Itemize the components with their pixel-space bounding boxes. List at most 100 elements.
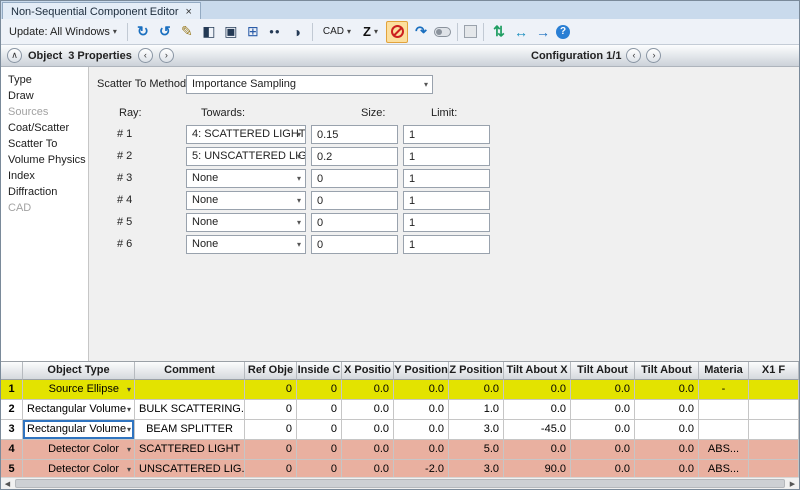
size-input[interactable] [311, 191, 398, 210]
z-position-cell[interactable]: 0.0 [449, 380, 504, 400]
material-cell[interactable]: ABS... [699, 460, 749, 477]
x-position-cell[interactable]: 0.0 [342, 400, 394, 420]
tilt-z-cell[interactable]: 0.0 [635, 380, 699, 400]
object-type-dropdown[interactable]: Rectangular Volume ▾ [23, 400, 135, 420]
row-number[interactable]: 3 [1, 420, 23, 440]
tilt-x-cell[interactable]: 0.0 [504, 440, 571, 460]
next-config-button[interactable]: › [646, 48, 661, 63]
update-dropdown[interactable]: Update: All Windows ▾ [5, 24, 121, 40]
size-input[interactable] [311, 147, 398, 166]
y-position-cell[interactable]: 0.0 [394, 400, 449, 420]
tilt-x-cell[interactable]: 0.0 [504, 380, 571, 400]
towards-select[interactable]: None ▾ [186, 191, 306, 210]
towards-select[interactable]: 4: SCATTERED LIGHT ▾ [186, 125, 306, 144]
x1-cell[interactable] [749, 420, 799, 440]
refresh-all-icon[interactable]: ↺ [156, 23, 174, 41]
scroll-left-icon[interactable]: ◀ [1, 478, 14, 489]
grid-view-icon[interactable]: ⊞ [244, 23, 262, 41]
ref-object-cell[interactable]: 0 [245, 380, 297, 400]
close-icon[interactable]: × [186, 6, 192, 18]
shaded-model-icon[interactable]: ◧ [200, 23, 218, 41]
object-type-dropdown[interactable]: Detector Color ▾ [23, 460, 135, 477]
limit-input[interactable] [403, 235, 490, 254]
comment-cell[interactable]: BULK SCATTERING... [135, 400, 245, 420]
x-position-cell[interactable]: 0.0 [342, 440, 394, 460]
towards-select[interactable]: None ▾ [186, 213, 306, 232]
z-position-cell[interactable]: 1.0 [449, 400, 504, 420]
z-position-cell[interactable]: 3.0 [449, 420, 504, 440]
z-position-cell[interactable]: 3.0 [449, 460, 504, 477]
comment-cell[interactable]: UNSCATTERED LIG... [135, 460, 245, 477]
sidebar-item-type[interactable]: Type [1, 72, 88, 88]
blank-box-icon[interactable] [464, 25, 477, 38]
sort-arrows-icon[interactable]: ⇅ [490, 23, 508, 41]
size-input[interactable] [311, 235, 398, 254]
refresh-icon[interactable]: ↻ [134, 23, 152, 41]
half-circle-icon[interactable]: ◑ [288, 23, 306, 41]
tilt-y-cell[interactable]: 0.0 [571, 380, 635, 400]
tilt-x-cell[interactable]: 90.0 [504, 460, 571, 477]
z-dropdown[interactable]: Z ▾ [359, 22, 382, 41]
curve-arrow-icon[interactable]: ↷ [412, 23, 430, 41]
x1-cell[interactable] [749, 380, 799, 400]
prev-config-button[interactable]: ‹ [626, 48, 641, 63]
next-object-button[interactable]: › [159, 48, 174, 63]
left-right-arrow-icon[interactable]: ↔ [512, 23, 530, 41]
row-number[interactable]: 2 [1, 400, 23, 420]
object-type-dropdown[interactable]: Source Ellipse ▾ [23, 380, 135, 400]
tilt-y-cell[interactable]: 0.0 [571, 440, 635, 460]
y-position-cell[interactable]: 0.0 [394, 380, 449, 400]
sidebar-item-volume-physics[interactable]: Volume Physics [1, 152, 88, 168]
prev-object-button[interactable]: ‹ [138, 48, 153, 63]
ref-object-cell[interactable]: 0 [245, 440, 297, 460]
inside-of-cell[interactable]: 0 [297, 400, 342, 420]
sidebar-item-diffraction[interactable]: Diffraction [1, 184, 88, 200]
z-position-cell[interactable]: 5.0 [449, 440, 504, 460]
limit-input[interactable] [403, 147, 490, 166]
size-input[interactable] [311, 213, 398, 232]
cad-dropdown[interactable]: CAD ▾ [319, 24, 355, 39]
tilt-y-cell[interactable]: 0.0 [571, 420, 635, 440]
x-position-cell[interactable]: 0.0 [342, 420, 394, 440]
towards-select[interactable]: None ▾ [186, 169, 306, 188]
row-number[interactable]: 1 [1, 380, 23, 400]
right-arrow-icon[interactable]: → [534, 23, 552, 41]
tab-nsc-editor[interactable]: Non-Sequential Component Editor × [2, 2, 201, 19]
ref-object-cell[interactable]: 0 [245, 460, 297, 477]
limit-input[interactable] [403, 191, 490, 210]
material-cell[interactable]: ABS... [699, 440, 749, 460]
limit-input[interactable] [403, 169, 490, 188]
solid-model-icon[interactable]: ▣ [222, 23, 240, 41]
x1-cell[interactable] [749, 400, 799, 420]
size-input[interactable] [311, 169, 398, 188]
row-number[interactable]: 4 [1, 440, 23, 460]
object-type-dropdown[interactable]: Detector Color ▾ [23, 440, 135, 460]
tilt-z-cell[interactable]: 0.0 [635, 440, 699, 460]
limit-input[interactable] [403, 213, 490, 232]
tilt-x-cell[interactable]: -45.0 [504, 420, 571, 440]
tilt-x-cell[interactable]: 0.0 [504, 400, 571, 420]
comment-cell[interactable]: SCATTERED LIGHT [135, 440, 245, 460]
scatter-method-select[interactable]: Importance Sampling ▾ [186, 75, 433, 94]
size-input[interactable] [311, 125, 398, 144]
y-position-cell[interactable]: 0.0 [394, 440, 449, 460]
object-type-dropdown[interactable]: Rectangular Volume ▾ [23, 420, 135, 440]
inside-of-cell[interactable]: 0 [297, 460, 342, 477]
towards-select[interactable]: None ▾ [186, 235, 306, 254]
sidebar-item-scatter-to[interactable]: Scatter To [1, 136, 88, 152]
sidebar-item-draw[interactable]: Draw [1, 88, 88, 104]
limit-input[interactable] [403, 125, 490, 144]
toggle-icon[interactable] [434, 27, 451, 37]
sidebar-item-coat-scatter[interactable]: Coat/Scatter [1, 120, 88, 136]
inside-of-cell[interactable]: 0 [297, 380, 342, 400]
tilt-z-cell[interactable]: 0.0 [635, 420, 699, 440]
row-number[interactable]: 5 [1, 460, 23, 477]
scrollbar-thumb[interactable] [15, 479, 785, 488]
inside-of-cell[interactable]: 0 [297, 440, 342, 460]
material-cell[interactable] [699, 400, 749, 420]
comment-cell[interactable]: BEAM SPLITTER [135, 420, 245, 440]
ref-object-cell[interactable]: 0 [245, 400, 297, 420]
ref-object-cell[interactable]: 0 [245, 420, 297, 440]
detector-viewer-icon[interactable]: ●● [266, 23, 284, 41]
horizontal-scrollbar[interactable]: ◀ ▶ [1, 477, 799, 489]
